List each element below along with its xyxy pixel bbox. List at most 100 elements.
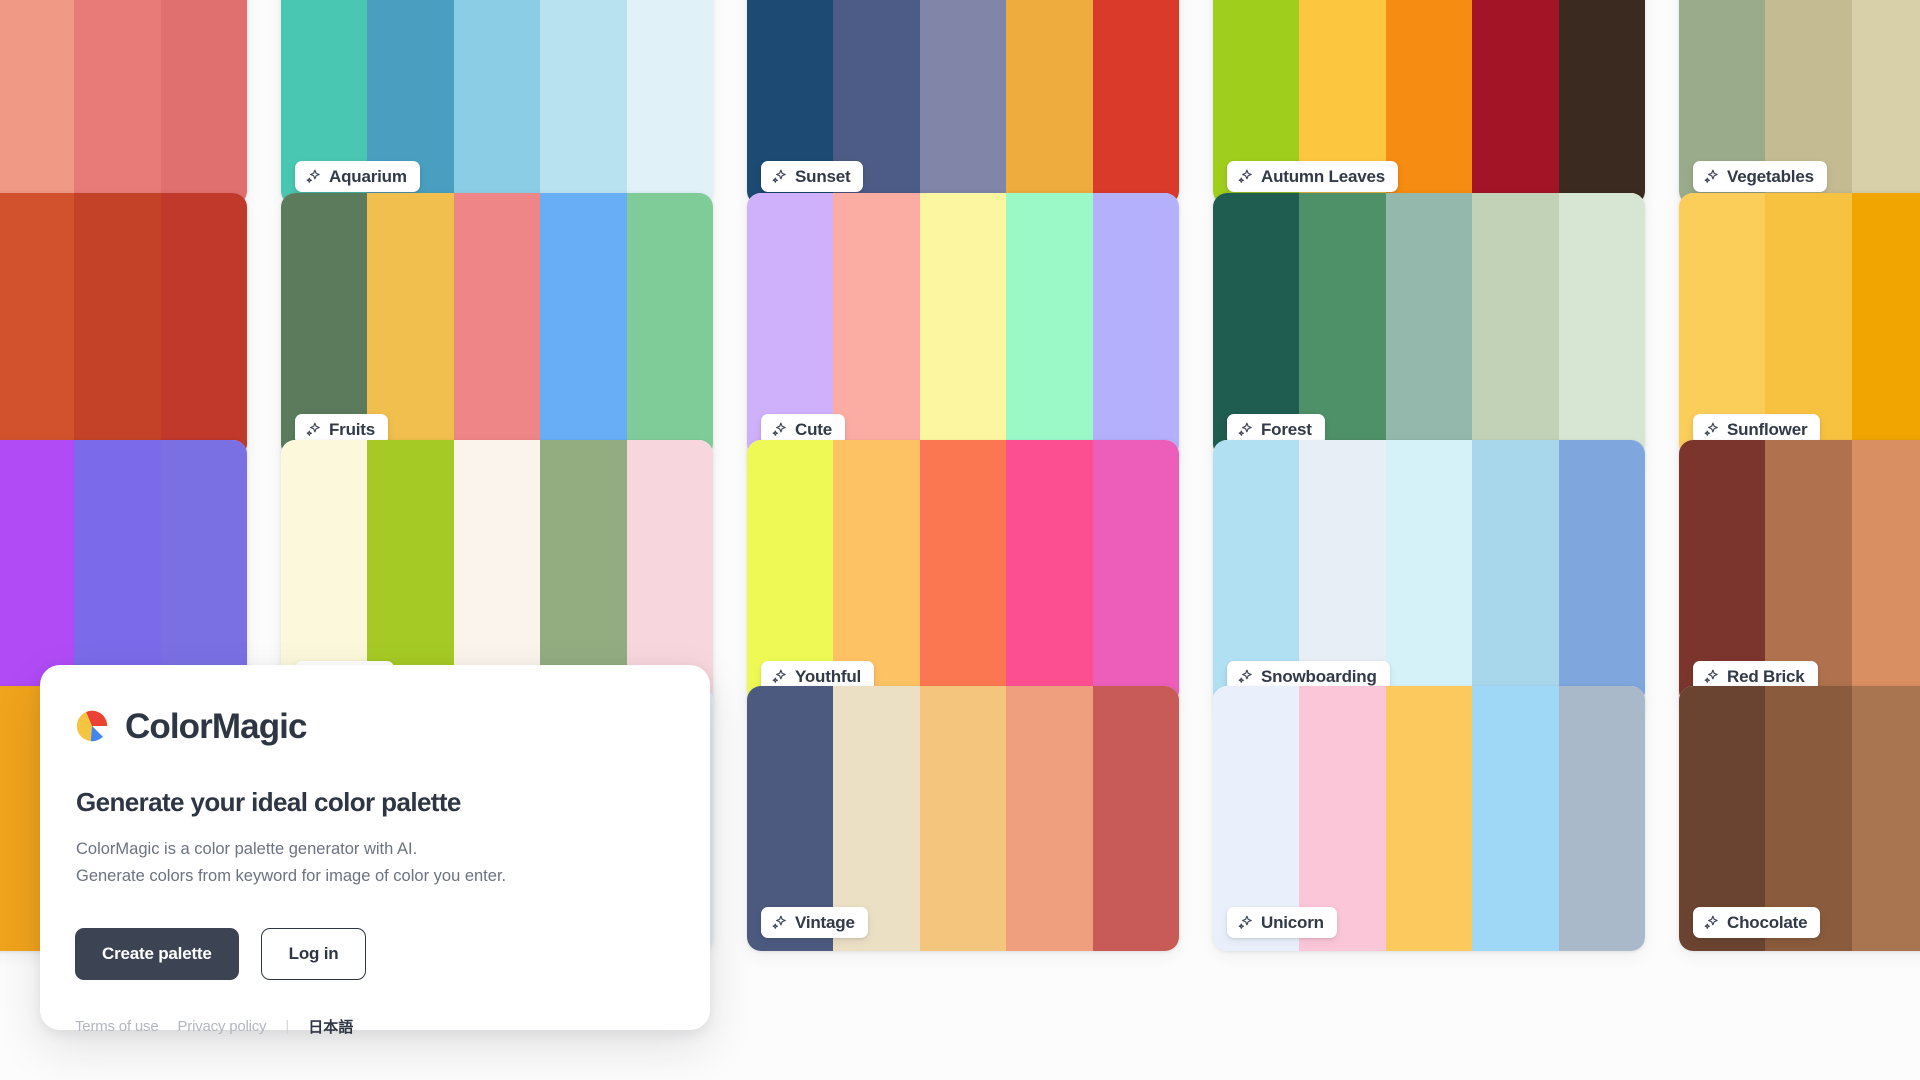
language-switch-link[interactable]: 日本語	[308, 1016, 353, 1037]
palette-swatch[interactable]	[1851, 440, 1920, 705]
login-button[interactable]: Log in	[260, 928, 367, 981]
palette-badge-label: Chocolate	[1727, 913, 1808, 932]
colormagic-landing-page: Coral Aquarium Sunset Autumn Leaves Vegetabl…	[0, 0, 1920, 1080]
palette-badge-label: Sunflower	[1727, 420, 1808, 439]
palette-card[interactable]: Sunflower	[1679, 193, 1920, 458]
palette-swatch[interactable]	[1851, 0, 1920, 205]
palette-card[interactable]: Fruits	[281, 193, 713, 458]
palette-swatch[interactable]	[1006, 686, 1093, 951]
description-line-1: ColorMagic is a color palette generator …	[76, 840, 418, 858]
palette-swatch[interactable]	[540, 193, 627, 458]
sparkle-icon	[1238, 915, 1252, 929]
palette-swatch[interactable]	[1092, 0, 1179, 205]
palette-badge-label: Aquarium	[329, 167, 407, 186]
legal-separator: |	[285, 1018, 290, 1036]
description-line-2: Generate colors from keyword for image o…	[76, 866, 507, 885]
palette-badge-label: Snowboarding	[1261, 667, 1377, 686]
palette-card[interactable]: Vintage	[747, 686, 1179, 951]
palette-swatch[interactable]	[1092, 193, 1179, 458]
palette-card[interactable]: Chocolate	[1679, 686, 1920, 951]
palette-badge[interactable]: Chocolate	[1693, 907, 1821, 938]
palette-badge[interactable]: Vegetables	[1693, 161, 1827, 192]
palette-badge-label: Red Brick	[1727, 667, 1805, 686]
palette-badge[interactable]: Aquarium	[295, 161, 420, 192]
palette-swatch[interactable]	[1092, 440, 1179, 705]
palette-card[interactable]: Vegetables	[1679, 0, 1920, 205]
sparkle-icon	[306, 169, 320, 183]
palette-swatch[interactable]	[626, 193, 713, 458]
action-buttons: Create palette Log in	[73, 928, 710, 981]
palette-swatch[interactable]	[626, 0, 713, 205]
sparkle-icon	[1238, 169, 1252, 183]
palette-swatch[interactable]	[1092, 686, 1179, 951]
palette-badge[interactable]: Unicorn	[1227, 907, 1337, 938]
palette-swatch[interactable]	[1558, 686, 1645, 951]
palette-swatch[interactable]	[1472, 686, 1559, 951]
palette-card[interactable]: Mustard	[0, 193, 247, 458]
palette-badge-label: Unicorn	[1261, 913, 1324, 932]
palette-swatch[interactable]	[1385, 440, 1473, 705]
palette-card[interactable]: Red Brick	[1679, 440, 1920, 705]
palette-badge-label: Cute	[795, 420, 832, 439]
palette-swatch[interactable]	[0, 0, 75, 205]
intro-card: ColorMagic Generate your ideal color pal…	[40, 665, 710, 1036]
palette-row: Mustard Fruits Cute Forest Sunflower	[0, 193, 1920, 458]
palette-badge-label: Vegetables	[1727, 167, 1814, 186]
palette-swatch[interactable]	[919, 193, 1007, 458]
sparkle-icon	[306, 422, 320, 436]
palette-swatch[interactable]	[1472, 440, 1559, 705]
palette-swatch[interactable]	[540, 0, 627, 205]
sparkle-icon	[772, 669, 786, 683]
palette-swatch[interactable]	[1472, 0, 1559, 205]
palette-card[interactable]: Unicorn	[1213, 686, 1645, 951]
sparkle-icon	[772, 422, 786, 436]
privacy-policy-link[interactable]: Privacy policy	[177, 1018, 266, 1035]
palette-badge[interactable]: Sunset	[761, 161, 864, 192]
palette-swatch[interactable]	[1385, 0, 1473, 205]
palette-swatch[interactable]	[1851, 686, 1920, 951]
palette-card[interactable]: Aquarium	[281, 0, 713, 205]
palette-swatch[interactable]	[74, 0, 161, 205]
palette-swatch[interactable]	[833, 193, 920, 458]
palette-card[interactable]: Forest	[1213, 193, 1645, 458]
legal-links: Terms of use Privacy policy | 日本語	[73, 1016, 710, 1037]
palette-swatch[interactable]	[919, 686, 1007, 951]
palette-card[interactable]: Coral	[0, 0, 247, 205]
palette-badge[interactable]: Autumn Leaves	[1227, 161, 1398, 192]
palette-swatch[interactable]	[1558, 440, 1645, 705]
colormagic-logo-icon	[76, 710, 108, 742]
palette-swatch[interactable]	[1558, 193, 1645, 458]
palette-swatch[interactable]	[453, 193, 541, 458]
terms-of-use-link[interactable]: Terms of use	[75, 1018, 159, 1035]
palette-swatch[interactable]	[160, 0, 247, 205]
palette-swatch[interactable]	[0, 193, 75, 458]
palette-badge[interactable]: Vintage	[761, 907, 868, 938]
palette-swatch[interactable]	[453, 0, 541, 205]
palette-swatch[interactable]	[74, 193, 161, 458]
palette-swatch[interactable]	[1385, 686, 1473, 951]
palette-swatch[interactable]	[1006, 0, 1093, 205]
palette-card[interactable]: Cute	[747, 193, 1179, 458]
palette-badge-label: Autumn Leaves	[1261, 167, 1385, 186]
sparkle-icon	[1704, 422, 1718, 436]
page-title: Generate your ideal color palette	[76, 787, 461, 817]
palette-swatch[interactable]	[1006, 193, 1093, 458]
palette-swatch[interactable]	[919, 0, 1007, 205]
create-palette-button[interactable]: Create palette	[75, 928, 239, 981]
palette-swatch[interactable]	[919, 440, 1007, 705]
palette-swatch[interactable]	[1472, 193, 1559, 458]
palette-swatch[interactable]	[1851, 193, 1920, 458]
palette-badge-label: Vintage	[795, 913, 855, 932]
sparkle-icon	[1704, 169, 1718, 183]
palette-swatch[interactable]	[160, 193, 247, 458]
palette-swatch[interactable]	[1558, 0, 1645, 205]
palette-swatch[interactable]	[1385, 193, 1473, 458]
palette-card[interactable]: Sunset	[747, 0, 1179, 205]
palette-card[interactable]: Youthful	[747, 440, 1179, 705]
palette-card[interactable]: Snowboarding	[1213, 440, 1645, 705]
palette-card[interactable]: Autumn Leaves	[1213, 0, 1645, 205]
sparkle-icon	[1704, 669, 1718, 683]
sparkle-icon	[1238, 669, 1252, 683]
sparkle-icon	[772, 915, 786, 929]
palette-swatch[interactable]	[1006, 440, 1093, 705]
